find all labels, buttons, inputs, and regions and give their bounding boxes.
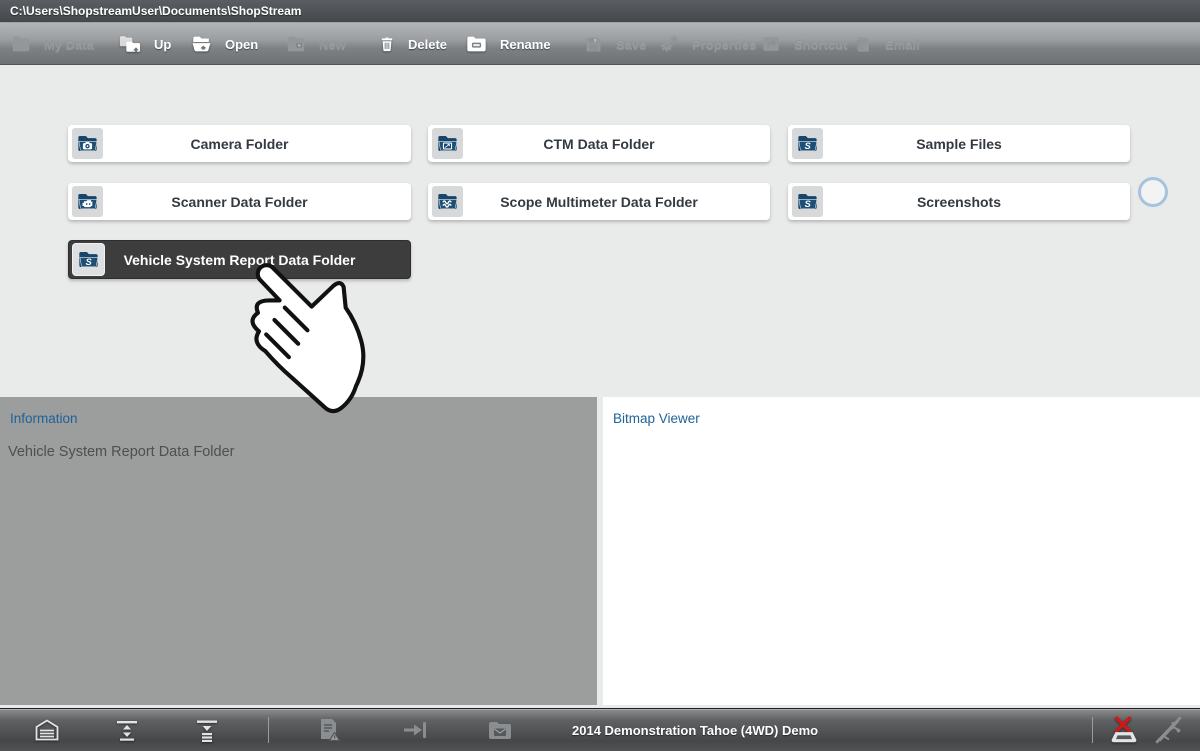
folder-open-icon bbox=[190, 33, 213, 55]
title-bar: C:\Users\ShopstreamUser\Documents\ShopSt… bbox=[0, 0, 1200, 22]
expand-view-button[interactable] bbox=[112, 709, 142, 751]
folder-up-icon bbox=[118, 33, 142, 55]
device-disconnected-icon bbox=[1105, 714, 1143, 746]
toolbar-button-email[interactable]: Email bbox=[853, 23, 920, 65]
scanner-folder-icon bbox=[72, 186, 103, 217]
folder-mail-button[interactable] bbox=[485, 709, 515, 751]
collapse-view-button[interactable] bbox=[192, 709, 222, 751]
current-path: C:\Users\ShopstreamUser\Documents\ShopSt… bbox=[0, 4, 301, 18]
folder-icon bbox=[10, 33, 32, 55]
svg-text:S: S bbox=[86, 257, 93, 267]
pulse-indicator-circle bbox=[1138, 177, 1168, 207]
trash-icon bbox=[378, 33, 396, 55]
folder-button-label: Camera Folder bbox=[68, 136, 411, 152]
bottom-toolbar: 2014 Demonstration Tahoe (4WD) Demo bbox=[0, 708, 1200, 751]
folder-button-label: Scanner Data Folder bbox=[68, 194, 411, 210]
transfer-button[interactable] bbox=[400, 709, 430, 751]
folder-button-label: Screenshots bbox=[788, 194, 1130, 210]
svg-text:S: S bbox=[805, 141, 812, 151]
transfer-icon bbox=[400, 716, 430, 744]
ctm-folder-icon bbox=[432, 128, 463, 159]
information-panel-title: Information bbox=[10, 411, 597, 426]
rename-icon bbox=[465, 33, 488, 55]
gears-icon bbox=[658, 33, 680, 55]
folder-new-icon bbox=[285, 33, 307, 55]
active-vehicle-label: 2014 Demonstration Tahoe (4WD) Demo bbox=[572, 709, 818, 751]
toolbar-button-delete[interactable]: Delete bbox=[378, 23, 447, 65]
camera-folder-icon bbox=[72, 128, 103, 159]
email-icon bbox=[853, 34, 873, 55]
bitmap-viewer-panel: Bitmap Viewer bbox=[603, 397, 1200, 705]
folder-button-label: CTM Data Folder bbox=[428, 136, 770, 152]
folder-button-scope-multimeter[interactable]: Scope Multimeter Data Folder bbox=[428, 183, 770, 220]
folder-mail-icon bbox=[485, 716, 515, 744]
scope-folder-icon bbox=[432, 186, 463, 217]
folder-button-label: Scope Multimeter Data Folder bbox=[428, 194, 770, 210]
report-warning-icon bbox=[315, 716, 343, 744]
toolbar-button-open[interactable]: Open bbox=[190, 23, 258, 65]
statusbar-divider bbox=[268, 717, 269, 743]
folder-button-ctm-data[interactable]: CTM Data Folder bbox=[428, 125, 770, 162]
folder-button-camera[interactable]: Camera Folder bbox=[68, 125, 411, 162]
usb-disconnected-icon bbox=[1152, 714, 1188, 746]
statusbar-divider bbox=[1092, 717, 1093, 743]
usb-connection-button[interactable] bbox=[1152, 709, 1188, 751]
folder-button-sample-files[interactable]: S Sample Files bbox=[788, 125, 1130, 162]
home-icon bbox=[32, 716, 62, 744]
pointing-hand-cursor bbox=[238, 256, 378, 416]
folder-button-scanner-data[interactable]: Scanner Data Folder bbox=[68, 183, 411, 220]
toolbar-button-properties[interactable]: Properties bbox=[658, 23, 756, 65]
snapon-folder-icon: S bbox=[792, 186, 823, 217]
report-warning-button[interactable] bbox=[315, 709, 343, 751]
collapse-icon bbox=[192, 716, 222, 744]
snapon-folder-icon: S bbox=[73, 244, 104, 275]
toolbar-button-up[interactable]: Up bbox=[118, 23, 171, 65]
information-panel: Information Vehicle System Report Data F… bbox=[0, 397, 597, 705]
expand-icon bbox=[112, 716, 142, 744]
save-icon bbox=[583, 34, 604, 55]
folder-button-screenshots[interactable]: S Screenshots bbox=[788, 183, 1130, 220]
folder-button-label: Sample Files bbox=[788, 136, 1130, 152]
svg-text:S: S bbox=[805, 199, 812, 209]
folder-button-label: Vehicle System Report Data Folder bbox=[69, 252, 410, 268]
device-connection-button[interactable] bbox=[1105, 709, 1143, 751]
toolbar-button-shortcut[interactable]: Shortcut bbox=[760, 23, 847, 65]
information-panel-content: Vehicle System Report Data Folder bbox=[8, 444, 597, 460]
toolbar-button-save[interactable]: Save bbox=[583, 23, 646, 65]
home-button[interactable] bbox=[32, 709, 62, 751]
shortcut-icon bbox=[760, 33, 782, 55]
toolbar-button-my-data[interactable]: My Data bbox=[10, 23, 94, 65]
snapon-folder-icon: S bbox=[792, 128, 823, 159]
folder-button-vehicle-system-report[interactable]: S Vehicle System Report Data Folder bbox=[68, 240, 411, 279]
toolbar-button-new[interactable]: New bbox=[285, 23, 346, 65]
toolbar-button-rename[interactable]: Rename bbox=[465, 23, 551, 65]
bitmap-viewer-title: Bitmap Viewer bbox=[613, 411, 1200, 426]
top-toolbar: My Data Up Open New Delet bbox=[0, 22, 1200, 65]
